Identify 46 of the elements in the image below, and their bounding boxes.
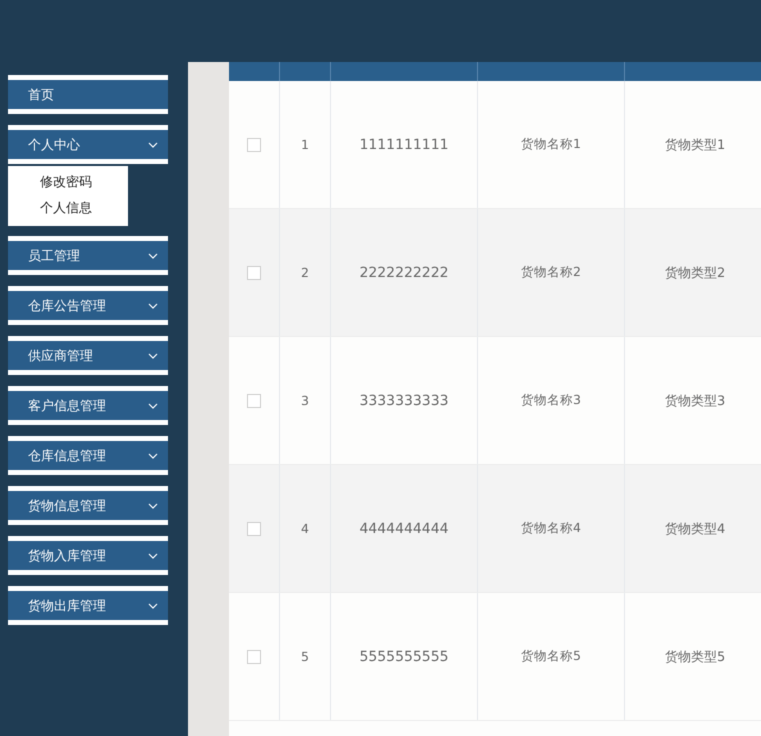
menu-item[interactable]: 个人中心 <box>8 130 168 159</box>
chevron-down-icon <box>148 602 158 608</box>
table-cell: 货物类型2 <box>665 266 726 280</box>
row-checkbox[interactable] <box>247 522 261 536</box>
chevron-down-icon <box>148 452 158 458</box>
menu-item[interactable]: 仓库公告管理 <box>8 291 168 320</box>
table-cell: 3 <box>301 393 309 408</box>
table-cell: 货物名称5 <box>521 648 581 663</box>
table-cell: 货物类型5 <box>665 650 726 664</box>
chevron-down-icon <box>148 352 158 358</box>
menu-item[interactable]: 首页 <box>8 80 168 109</box>
row-checkbox[interactable] <box>247 394 261 408</box>
row-checkbox[interactable] <box>247 138 261 152</box>
table-cell: 4444444444 <box>359 520 449 536</box>
chevron-down-icon <box>148 502 158 508</box>
table-cell: 货物名称4 <box>521 520 581 535</box>
table-cell: 4 <box>301 521 309 536</box>
table-cell: 1111111111 <box>359 136 449 152</box>
row-checkbox[interactable] <box>247 650 261 664</box>
table-cell: 货物类型4 <box>665 522 726 536</box>
row-checkbox[interactable] <box>247 266 261 280</box>
chevron-down-icon <box>148 302 158 308</box>
table-cell: 2 <box>301 265 309 280</box>
table-cell: 5555555555 <box>359 648 449 664</box>
chevron-down-icon <box>148 252 158 258</box>
chevron-down-icon <box>148 142 158 148</box>
menu-item[interactable]: 仓库信息管理 <box>8 441 168 470</box>
menu-item[interactable]: 客户信息管理 <box>8 391 168 420</box>
menu-item[interactable]: 员工管理 <box>8 241 168 270</box>
submenu-item[interactable]: 个人信息 <box>8 196 128 222</box>
menu-item[interactable]: 货物出库管理 <box>8 591 168 620</box>
menu-item[interactable]: 货物信息管理 <box>8 491 168 520</box>
table-cell: 货物名称3 <box>521 392 581 407</box>
table-cell: 货物类型3 <box>665 394 726 408</box>
menu-item[interactable]: 货物入库管理 <box>8 541 168 570</box>
table-cell: 货物名称1 <box>521 136 581 151</box>
chevron-down-icon <box>148 552 158 558</box>
table-cell: 货物类型1 <box>665 138 726 152</box>
table-cell: 1 <box>301 137 309 152</box>
menu-item[interactable]: 供应商管理 <box>8 341 168 370</box>
table-cell: 货物名称2 <box>521 264 581 279</box>
table-cell: 3333333333 <box>359 392 449 408</box>
table-cell: 2222222222 <box>359 264 449 280</box>
submenu-item[interactable]: 修改密码 <box>8 170 128 196</box>
chevron-down-icon <box>148 402 158 408</box>
table-cell: 5 <box>301 649 309 664</box>
